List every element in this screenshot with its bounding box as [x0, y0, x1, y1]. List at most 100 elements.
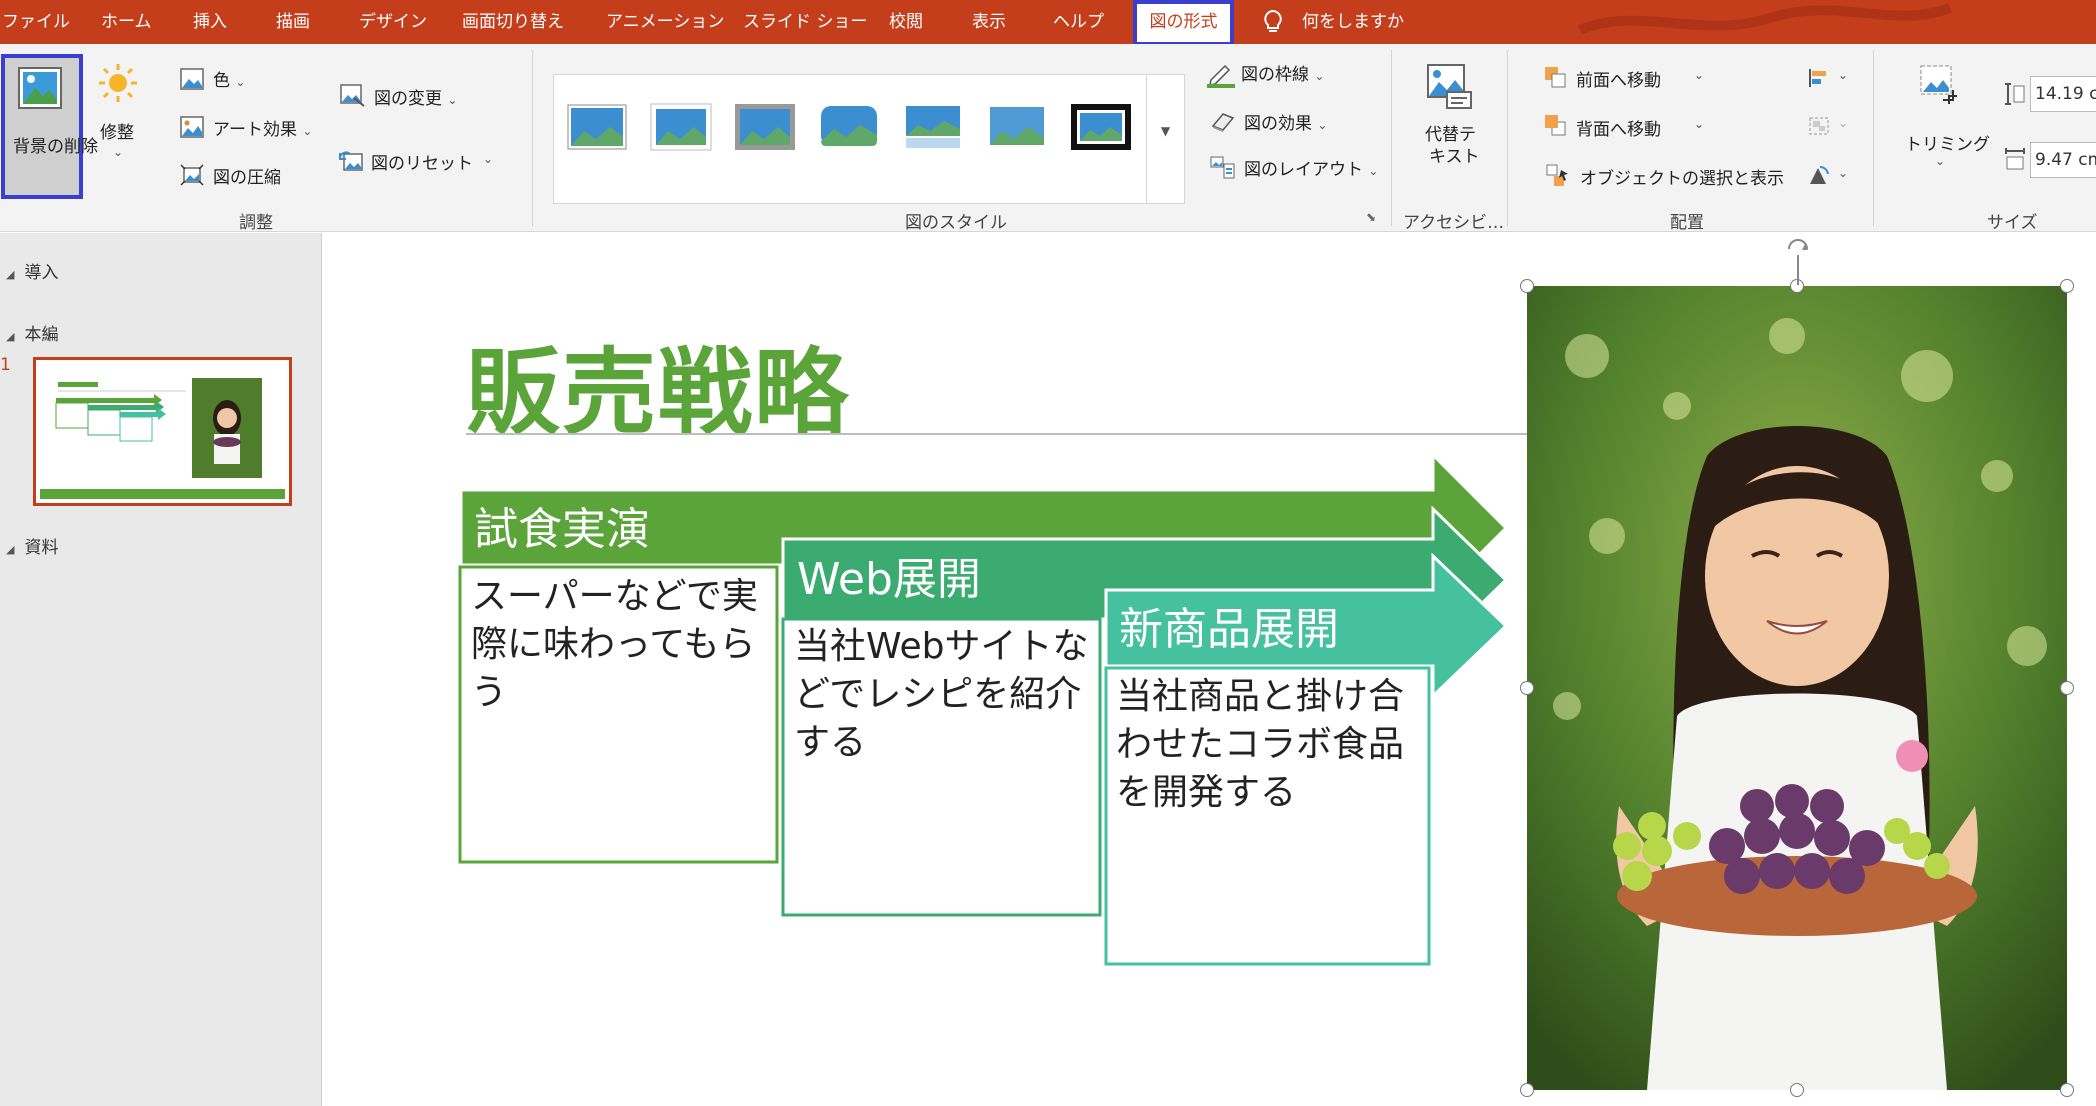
lightbulb-icon [1264, 9, 1282, 32]
tab-home[interactable]: ホーム [101, 0, 152, 44]
step2-body[interactable]: 当社Webサイトな どでレシピを紹介 する [794, 623, 1089, 767]
tab-insert[interactable]: 挿入 [193, 0, 227, 44]
resize-handle-bottom-right[interactable] [2060, 1083, 2074, 1097]
resize-handle-bottom-left[interactable] [1520, 1083, 1534, 1097]
picture-effects-label: 図の効果 [1244, 114, 1312, 134]
chevron-down-icon[interactable]: ⌄ [1838, 166, 1848, 180]
slide-thumbnail-preview [36, 360, 289, 503]
body-line: う [471, 672, 508, 713]
tab-review[interactable]: 校閲 [889, 0, 923, 44]
width-input[interactable]: 9.47 cm [2030, 142, 2096, 178]
selection-pane-button[interactable]: オブジェクトの選択と表示 [1580, 164, 1784, 189]
change-picture-button[interactable]: 図の変更 ⌄ [374, 84, 457, 109]
chevron-down-icon: ⌄ [447, 93, 458, 107]
chevron-down-icon[interactable]: ⌄ [483, 152, 493, 166]
dialog-launcher-icon[interactable]: ⬊ [1366, 210, 1376, 224]
chevron-down-icon[interactable]: ⌄ [1838, 68, 1848, 82]
style-thumbnail[interactable] [566, 103, 628, 151]
rotate-handle-icon[interactable] [1783, 233, 1813, 259]
ribbon: 背景の削除 修整 ⌄ 色 ⌄ アート効果 ⌄ 図の圧縮 図の変更 ⌄ 図のリセッ… [0, 44, 2096, 233]
selected-picture[interactable] [1520, 279, 2074, 1097]
reset-picture-button[interactable]: 図のリセット [371, 149, 473, 174]
girl-with-grapes-photo [1527, 286, 2067, 1090]
style-thumbnail[interactable] [1070, 103, 1132, 151]
corrections-label[interactable]: 修整 [100, 118, 134, 143]
section-materials[interactable]: ◢ 資料 [6, 533, 58, 558]
change-picture-icon [340, 84, 365, 107]
height-input[interactable]: 14.19 cm [2030, 76, 2096, 112]
section-main[interactable]: ◢ 本編 [6, 320, 58, 345]
picture-layout-button[interactable]: 図のレイアウト ⌄ [1244, 155, 1378, 180]
send-backward-icon [1545, 115, 1566, 136]
alt-text-label-line2[interactable]: キスト [1429, 142, 1480, 167]
tab-picture-format[interactable]: 図の形式 [1133, 0, 1234, 46]
chevron-down-icon: ⌄ [1317, 118, 1328, 132]
remove-background-button[interactable]: 背景の削除 [1, 54, 98, 199]
body-line: 際に味わってもら [471, 624, 756, 665]
step1-heading[interactable]: 試食実演 [474, 493, 650, 557]
style-thumbnail[interactable] [986, 103, 1048, 151]
rotation-stem [1797, 255, 1799, 285]
gallery-more-button[interactable]: ▼ [1146, 74, 1184, 204]
group-label-accessibility: アクセシビ… [1403, 213, 1505, 233]
tab-file[interactable]: ファイル [2, 0, 70, 44]
send-backward-button[interactable]: 背面へ移動 [1576, 115, 1661, 140]
tab-transitions[interactable]: 画面切り替え [462, 0, 564, 44]
picture-border-button[interactable]: 図の枠線 ⌄ [1241, 60, 1324, 85]
body-line: を開発する [1116, 772, 1297, 813]
slide-number: 1 [0, 355, 11, 375]
chevron-down-icon[interactable]: ⌄ [1935, 154, 1945, 168]
style-thumbnail[interactable] [734, 103, 796, 151]
style-thumbnail[interactable] [650, 103, 712, 151]
tab-draw[interactable]: 描画 [276, 0, 310, 44]
style-thumbnail[interactable] [818, 103, 880, 151]
group-separator [1507, 50, 1508, 226]
section-intro[interactable]: ◢ 導入 [6, 258, 58, 283]
tab-view[interactable]: 表示 [972, 0, 1006, 44]
chevron-down-icon[interactable]: ⌄ [1694, 117, 1704, 131]
tab-slideshow[interactable]: スライド ショー [743, 0, 867, 44]
ribbon-tab-bar: ファイル ホーム 挿入 描画 デザイン 画面切り替え アニメーション スライド … [0, 0, 2096, 46]
picture-effects-button[interactable]: 図の効果 ⌄ [1244, 109, 1327, 134]
step3-heading[interactable]: 新商品展開 [1119, 593, 1339, 657]
tab-help[interactable]: ヘルプ [1053, 0, 1104, 44]
body-line: する [794, 722, 867, 763]
crop-label[interactable]: トリミング [1905, 130, 1990, 155]
remove-background-label: 背景の削除 [13, 137, 98, 157]
slide-thumbnail[interactable] [33, 357, 292, 506]
height-icon [2005, 83, 2025, 105]
resize-handle-bottom[interactable] [1790, 1083, 1804, 1097]
resize-handle-top-left[interactable] [1520, 279, 1534, 293]
color-label: 色 [213, 71, 230, 91]
step3-body[interactable]: 当社商品と掛け合 わせたコラボ食品 を開発する [1116, 673, 1404, 817]
align-icon[interactable] [1808, 68, 1830, 88]
body-line: 当社商品と掛け合 [1116, 676, 1405, 717]
tell-me-search[interactable]: 何をしますか [1302, 0, 1404, 44]
rotate-icon[interactable] [1808, 164, 1830, 186]
resize-handle-left[interactable] [1520, 681, 1534, 695]
compress-pictures-icon [180, 164, 204, 186]
chevron-down-icon[interactable]: ⌄ [1694, 68, 1704, 82]
collapse-triangle-icon: ◢ [6, 268, 15, 281]
resize-handle-top-right[interactable] [2060, 279, 2074, 293]
picture-styles-gallery[interactable] [553, 74, 1185, 204]
slide-canvas[interactable]: 販売戦略 試食実演 Web展開 新商品展開 スーパーなどで実 際に味わってもら … [323, 233, 2096, 1106]
step2-heading[interactable]: Web展開 [797, 543, 981, 607]
crop-icon[interactable] [1917, 62, 1961, 106]
bring-forward-button[interactable]: 前面へ移動 [1576, 66, 1661, 91]
resize-handle-right[interactable] [2060, 681, 2074, 695]
art-effects-button[interactable]: アート効果 ⌄ [213, 115, 312, 140]
alt-text-icon[interactable] [1425, 62, 1473, 110]
tab-design[interactable]: デザイン [359, 0, 427, 44]
corrections-sun-icon[interactable] [97, 62, 139, 104]
group-objects-icon[interactable] [1808, 116, 1830, 136]
chevron-down-icon[interactable]: ⌄ [1838, 116, 1848, 130]
color-button[interactable]: 色 ⌄ [213, 66, 245, 91]
compress-pictures-button[interactable]: 図の圧縮 [213, 163, 281, 188]
art-effects-label: アート効果 [213, 120, 297, 140]
step1-body[interactable]: スーパーなどで実 際に味わってもら う [471, 573, 758, 717]
picture-border-icon [1207, 64, 1235, 88]
tab-animations[interactable]: アニメーション [606, 0, 724, 44]
chevron-down-icon: ⌄ [113, 145, 124, 159]
style-thumbnail[interactable] [902, 103, 964, 151]
